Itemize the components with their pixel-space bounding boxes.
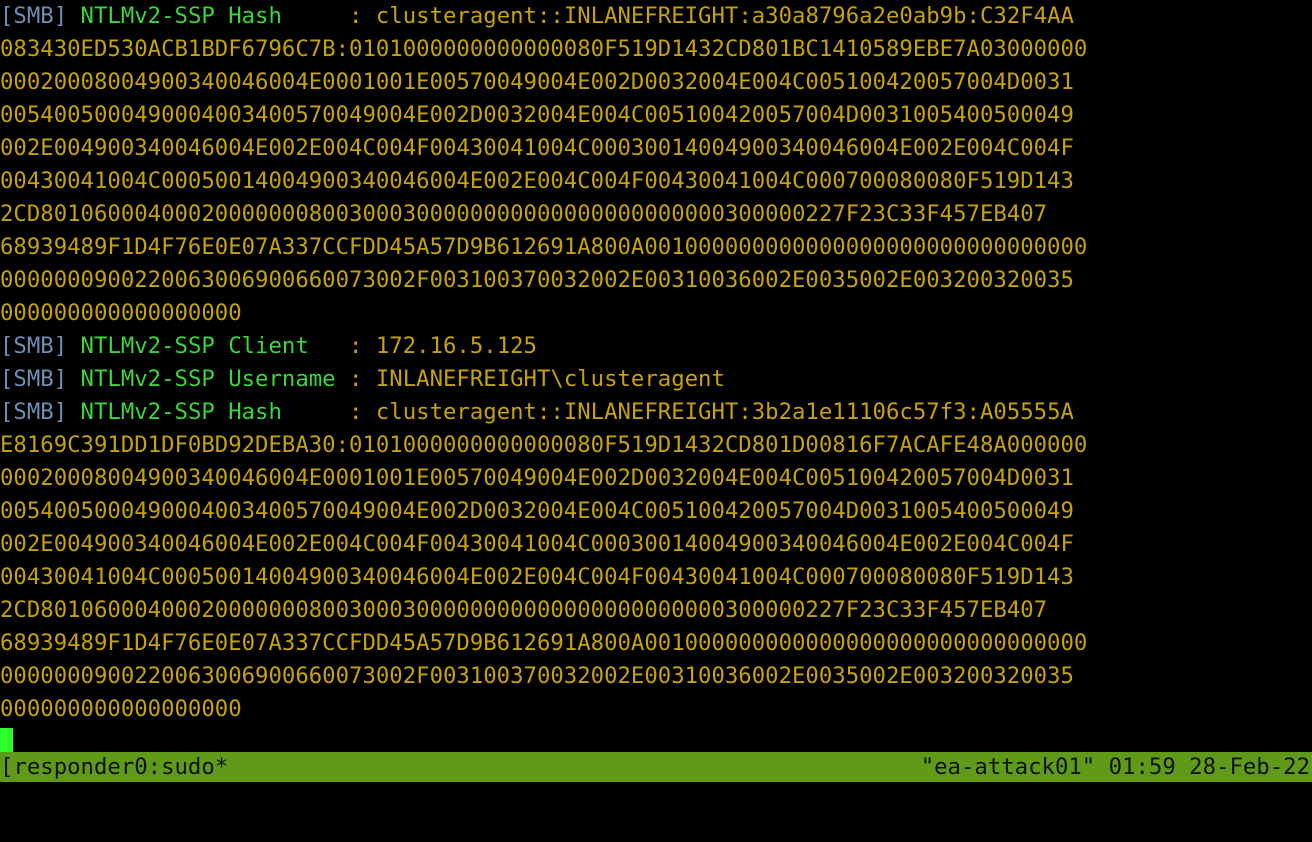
terminal-line: 0054005000490004003400570049004E002D0032…	[0, 498, 1074, 524]
line-value: : clusteragent::INLANEFREIGHT:a30a8796a2…	[349, 3, 1074, 29]
status-window-name[interactable]: [responder0:sudo*	[0, 752, 228, 782]
terminal-line: 0054005000490004003400570049004E002D0032…	[0, 102, 1074, 128]
line-value: : INLANEFREIGHT\clusteragent	[349, 366, 725, 392]
line-label: NTLMv2-SSP Hash	[67, 399, 350, 425]
status-host-clock: "ea-attack01" 01:59 28-Feb-22	[920, 754, 1310, 780]
terminal-line: 00020008004900340046004E0001001E00570049…	[0, 69, 1074, 95]
terminal-line: 00430041004C00050014004900340046004E002E…	[0, 168, 1074, 194]
terminal-line: [SMB] NTLMv2-SSP Hash : clusteragent::IN…	[0, 396, 1312, 429]
terminal-line: 0000000900220063006900660073002F00310037…	[0, 267, 1074, 293]
line-value: : 172.16.5.125	[349, 333, 537, 359]
terminal-line: E8169C391DD1DF0BD92DEBA30:01010000000000…	[0, 432, 1088, 458]
smb-tag: [SMB]	[0, 366, 68, 392]
terminal-line: 000000000000000000	[0, 696, 242, 722]
terminal-line: 0000000900220063006900660073002F00310037…	[0, 663, 1074, 689]
terminal-line: 000000000000000000	[0, 300, 242, 326]
line-label: NTLMv2-SSP Hash	[67, 3, 350, 29]
terminal-line: 002E004900340046004E002E004C004F00430041…	[0, 135, 1074, 161]
terminal-line: [SMB] NTLMv2-SSP Client : 172.16.5.125	[0, 330, 1312, 363]
terminal-line: [SMB] NTLMv2-SSP Hash : clusteragent::IN…	[0, 0, 1312, 33]
terminal-cursor	[0, 728, 13, 752]
terminal-line: [SMB] NTLMv2-SSP Username : INLANEFREIGH…	[0, 363, 1312, 396]
line-value: : clusteragent::INLANEFREIGHT:3b2a1e1110…	[349, 399, 1074, 425]
terminal-line: 00430041004C00050014004900340046004E002E…	[0, 564, 1074, 590]
tmux-status-bar: [responder0:sudo* "ea-attack01" 01:59 28…	[0, 752, 1312, 782]
terminal-line: 002E004900340046004E002E004C004F00430041…	[0, 531, 1074, 557]
line-label: NTLMv2-SSP Username	[67, 366, 350, 392]
smb-tag: [SMB]	[0, 399, 68, 425]
prompt-line[interactable]	[0, 726, 1312, 752]
line-label: NTLMv2-SSP Client	[67, 333, 350, 359]
terminal-output[interactable]: [SMB] NTLMv2-SSP Hash : clusteragent::IN…	[0, 0, 1312, 752]
terminal-line: 68939489F1D4F76E0E07A337CCFDD45A57D9B612…	[0, 234, 1088, 260]
terminal-line: 2CD8010600040002000000080030003000000000…	[0, 597, 1048, 623]
terminal-line: 2CD8010600040002000000080030003000000000…	[0, 201, 1048, 227]
smb-tag: [SMB]	[0, 333, 68, 359]
terminal-line: 00020008004900340046004E0001001E00570049…	[0, 465, 1074, 491]
terminal-line: 68939489F1D4F76E0E07A337CCFDD45A57D9B612…	[0, 630, 1088, 656]
terminal-line: 083430ED530ACB1BDF6796C7B:01010000000000…	[0, 36, 1088, 62]
smb-tag: [SMB]	[0, 3, 68, 29]
